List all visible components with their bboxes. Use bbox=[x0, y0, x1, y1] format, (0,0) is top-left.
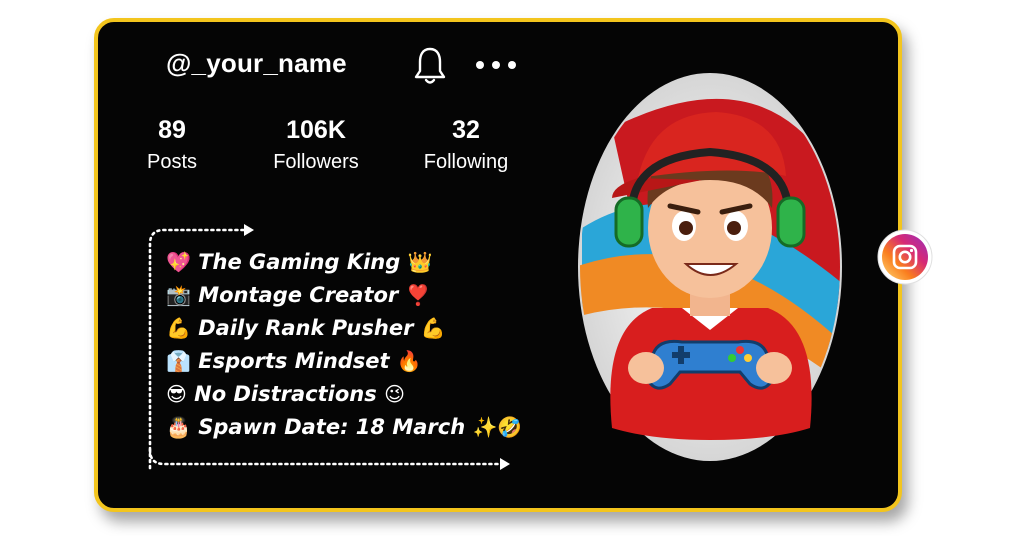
bio-line: 🎂 Spawn Date: 18 March ✨🤣 bbox=[166, 411, 522, 444]
bio-text: Esports Mindset bbox=[198, 349, 390, 373]
bio-line: 💖 The Gaming King 👑 bbox=[166, 246, 522, 279]
flexed-biceps-emoji-icon: 💪 bbox=[166, 316, 191, 340]
instagram-icon[interactable] bbox=[876, 228, 934, 286]
stat-following[interactable]: 32 Following bbox=[406, 116, 526, 174]
flexed-biceps-emoji-icon: 💪 bbox=[420, 316, 446, 340]
crown-emoji-icon: 👑 bbox=[407, 250, 433, 274]
bio-text: The Gaming King bbox=[198, 250, 401, 274]
stat-posts-label: Posts bbox=[146, 151, 198, 173]
bio-line: 👔 Esports Mindset 🔥 bbox=[166, 345, 522, 378]
stat-followers-label: Followers bbox=[273, 151, 359, 173]
stat-posts[interactable]: 89 Posts bbox=[112, 116, 232, 174]
bio-line: 😎 No Distractions 😉 bbox=[166, 378, 522, 411]
bio-text: Montage Creator bbox=[198, 283, 399, 307]
username[interactable]: @_your_name bbox=[166, 48, 347, 79]
profile-card: @_your_name 89 Posts 106K Followers 32 F… bbox=[94, 18, 902, 512]
bio-line: 📸 Montage Creator ❣️ bbox=[166, 279, 522, 312]
bio-text: No Distractions bbox=[194, 382, 377, 406]
heart-emoji-icon: 💖 bbox=[166, 250, 191, 274]
bio-list: 💖 The Gaming King 👑 📸 Montage Creator ❣️… bbox=[166, 246, 522, 444]
stat-following-value: 32 bbox=[452, 116, 480, 144]
wink-emoji-icon: 😉 bbox=[384, 382, 405, 406]
heart-exclamation-emoji-icon: ❣️ bbox=[405, 283, 431, 307]
sunglasses-emoji-icon: 😎 bbox=[166, 382, 187, 406]
stat-followers-value: 106K bbox=[286, 116, 346, 144]
fire-emoji-icon: 🔥 bbox=[396, 349, 422, 373]
shirt-tie-emoji-icon: 👔 bbox=[166, 349, 191, 373]
bio-line: 💪 Daily Rank Pusher 💪 bbox=[166, 312, 522, 345]
avatar[interactable] bbox=[572, 68, 848, 466]
more-dots-icon[interactable] bbox=[474, 48, 518, 82]
bio-text: Spawn Date: 18 March bbox=[198, 415, 466, 439]
stat-followers[interactable]: 106K Followers bbox=[256, 116, 376, 174]
cake-emoji-icon: 🎂 bbox=[166, 415, 191, 439]
sparkles-laugh-emoji-icon: ✨🤣 bbox=[472, 415, 523, 439]
bell-icon[interactable] bbox=[412, 46, 448, 86]
stat-posts-value: 89 bbox=[158, 116, 186, 144]
stat-following-label: Following bbox=[423, 151, 509, 173]
bio-text: Daily Rank Pusher bbox=[198, 316, 414, 340]
camera-emoji-icon: 📸 bbox=[166, 283, 191, 307]
